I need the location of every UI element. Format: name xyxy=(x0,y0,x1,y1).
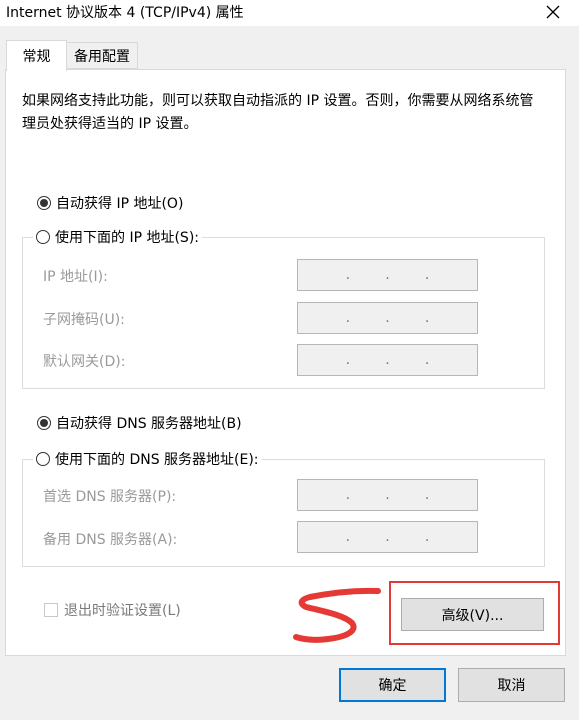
title-bar: Internet 协议版本 4 (TCP/IPv4) 属性 xyxy=(0,0,579,26)
annotation-highlight-box xyxy=(389,581,560,645)
tab-general[interactable]: 常规 xyxy=(6,40,67,71)
ok-button[interactable]: 确定 xyxy=(339,668,446,702)
subnet-mask-label: 子网掩码(U): xyxy=(43,312,125,328)
alternate-dns-field: ... xyxy=(297,521,478,553)
ip-address-field: ... xyxy=(297,259,478,291)
checkbox[interactable] xyxy=(44,603,58,617)
auto-ip-label: 自动获得 IP 地址(O) xyxy=(56,196,184,212)
auto-dns-label: 自动获得 DNS 服务器地址(B) xyxy=(56,416,242,432)
manual-dns-radio[interactable]: 使用下面的 DNS 服务器地址(E): xyxy=(33,449,262,469)
tab-alternate-config[interactable]: 备用配置 xyxy=(66,42,138,69)
manual-ip-radio[interactable]: 使用下面的 IP 地址(S): xyxy=(33,227,202,247)
validate-on-exit-label: 退出时验证设置(L) xyxy=(64,603,181,619)
ok-button-label: 确定 xyxy=(378,678,407,694)
ip-address-label: IP 地址(I): xyxy=(43,269,108,285)
auto-dns-radio[interactable]: 自动获得 DNS 服务器地址(B) xyxy=(37,413,242,433)
validate-on-exit-checkbox[interactable]: 退出时验证设置(L) xyxy=(44,600,181,620)
manual-ip-label: 使用下面的 IP 地址(S): xyxy=(55,230,199,246)
window-title: Internet 协议版本 4 (TCP/IPv4) 属性 xyxy=(6,5,244,21)
description-text: 如果网络支持此功能，则可以获取自动指派的 IP 设置。否则，你需要从网络系统管理… xyxy=(22,93,534,132)
alternate-dns-label: 备用 DNS 服务器(A): xyxy=(43,532,178,548)
default-gateway-field: ... xyxy=(297,344,478,376)
preferred-dns-label: 首选 DNS 服务器(P): xyxy=(43,489,177,505)
radio-button[interactable] xyxy=(36,230,50,244)
close-button[interactable] xyxy=(536,0,570,24)
tab-alternate-config-label: 备用配置 xyxy=(74,48,130,65)
subnet-mask-field: ... xyxy=(297,302,478,334)
radio-button[interactable] xyxy=(37,416,51,430)
close-icon xyxy=(546,5,560,19)
preferred-dns-field: ... xyxy=(297,479,478,511)
cancel-button-label: 取消 xyxy=(497,678,526,694)
radio-button[interactable] xyxy=(37,196,51,210)
annotation-scribble xyxy=(293,587,381,643)
tab-general-label: 常规 xyxy=(22,49,51,65)
default-gateway-label: 默认网关(D): xyxy=(43,354,126,370)
manual-dns-label: 使用下面的 DNS 服务器地址(E): xyxy=(55,452,259,468)
auto-ip-radio[interactable]: 自动获得 IP 地址(O) xyxy=(37,193,183,213)
radio-button[interactable] xyxy=(36,452,50,466)
cancel-button[interactable]: 取消 xyxy=(458,668,565,702)
